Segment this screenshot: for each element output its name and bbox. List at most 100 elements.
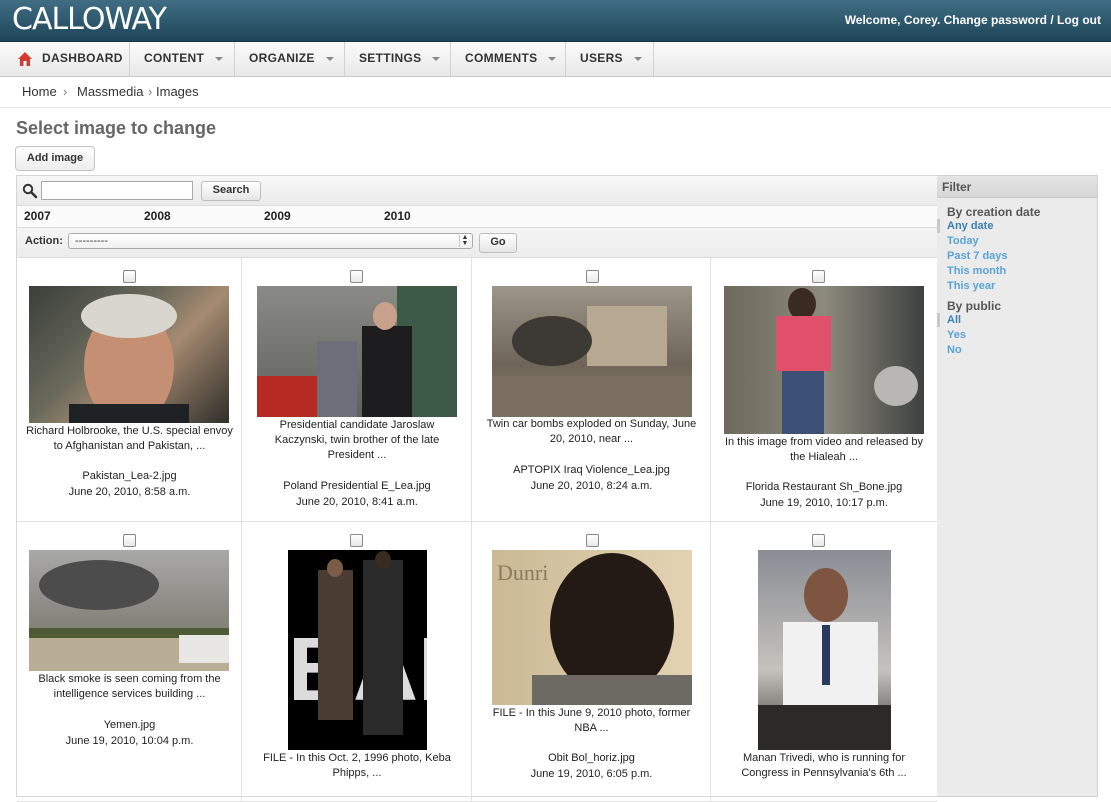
nav-settings-label: SETTINGS bbox=[359, 51, 422, 65]
image-cell: Richard Holbrooke, the U.S. special envo… bbox=[17, 258, 242, 522]
image-thumbnail[interactable] bbox=[724, 286, 924, 434]
site-logo[interactable]: CALLOWAY bbox=[12, 3, 167, 37]
search-button[interactable]: Search bbox=[201, 181, 261, 201]
nav-organize[interactable]: ORGANIZE bbox=[235, 42, 345, 76]
row-checkbox[interactable] bbox=[350, 534, 363, 547]
image-date: June 20, 2010, 8:24 a.m. bbox=[530, 480, 653, 492]
home-icon bbox=[18, 52, 32, 66]
image-filename[interactable]: Pakistan_Lea-2.jpg bbox=[17, 470, 242, 482]
image-filename[interactable]: Obit Bol_horiz.jpg bbox=[472, 752, 711, 764]
svg-text:Dunri: Dunri bbox=[497, 560, 548, 585]
photo-graphic: BAB bbox=[288, 551, 427, 735]
image-cell: Black smoke is seen coming from the inte… bbox=[17, 522, 242, 802]
image-caption: Richard Holbrooke, the U.S. special envo… bbox=[26, 425, 233, 452]
image-filename[interactable]: APTOPIX Iraq Violence_Lea.jpg bbox=[472, 464, 711, 476]
svg-text:BAB: BAB bbox=[288, 620, 427, 720]
search-toolbar: Search bbox=[17, 176, 937, 206]
breadcrumb-home[interactable]: Home bbox=[22, 77, 57, 106]
filter-heading: Filter bbox=[937, 176, 1097, 198]
selected-marker bbox=[937, 313, 940, 327]
image-date: June 19, 2010, 10:17 p.m. bbox=[760, 497, 888, 509]
image-cell: In this image from video and released by… bbox=[711, 258, 937, 522]
date-year-link[interactable]: 2008 bbox=[144, 209, 171, 223]
image-date: June 19, 2010, 10:04 p.m. bbox=[65, 735, 194, 747]
row-checkbox[interactable] bbox=[812, 534, 825, 547]
welcome-text: Welcome, Corey. bbox=[844, 13, 941, 27]
nav-settings[interactable]: SETTINGS bbox=[345, 42, 451, 76]
main-nav: DASHBOARD CONTENT ORGANIZE SETTINGS COMM… bbox=[0, 42, 1111, 77]
image-caption: Manan Trivedi, who is running for Congre… bbox=[741, 752, 907, 779]
filter-option-no[interactable]: No bbox=[947, 344, 962, 356]
image-thumbnail[interactable]: Dunri bbox=[492, 550, 692, 705]
action-label: Action: bbox=[25, 235, 63, 247]
date-year-link[interactable]: 2009 bbox=[264, 209, 291, 223]
nav-comments[interactable]: COMMENTS bbox=[451, 42, 566, 76]
breadcrumb-separator: › bbox=[63, 84, 68, 99]
chevron-down-icon bbox=[325, 56, 334, 61]
change-password-link[interactable]: Change password bbox=[944, 13, 1047, 27]
breadcrumb-massmedia[interactable]: Massmedia bbox=[77, 77, 143, 106]
portrait-graphic bbox=[69, 294, 189, 423]
search-input[interactable] bbox=[41, 181, 193, 200]
filter-option-past-7-days[interactable]: Past 7 days bbox=[947, 250, 1008, 262]
photo-graphic bbox=[776, 288, 918, 434]
chevron-down-icon bbox=[548, 56, 557, 61]
image-date: June 19, 2010, 6:05 p.m. bbox=[530, 768, 653, 780]
image-thumbnail[interactable] bbox=[257, 286, 457, 417]
image-cell: Manan Trivedi, who is running for Congre… bbox=[711, 522, 937, 802]
image-caption: Black smoke is seen coming from the inte… bbox=[38, 673, 221, 700]
image-thumbnail[interactable] bbox=[758, 550, 891, 750]
row-checkbox[interactable] bbox=[586, 270, 599, 283]
image-thumbnail[interactable] bbox=[29, 286, 229, 423]
image-filename[interactable]: Poland Presidential E_Lea.jpg bbox=[242, 480, 472, 492]
select-arrows-icon: ▲ ▼ bbox=[459, 234, 470, 247]
logout-link[interactable]: Log out bbox=[1057, 13, 1101, 27]
image-thumbnail[interactable] bbox=[492, 286, 692, 417]
nav-dashboard-label: DASHBOARD bbox=[42, 51, 123, 65]
image-date: June 20, 2010, 8:58 a.m. bbox=[68, 486, 191, 498]
actions-bar: Action: --------- ▲ ▼ bbox=[17, 228, 937, 258]
filter-option-this-month[interactable]: This month bbox=[947, 265, 1006, 277]
filter-option-any-date[interactable]: Any date bbox=[947, 220, 993, 232]
chevron-down-icon bbox=[633, 56, 642, 61]
nav-users[interactable]: USERS bbox=[566, 42, 654, 76]
filter-option-this-year[interactable]: This year bbox=[947, 280, 995, 292]
image-filename[interactable]: Florida Restaurant Sh_Bone.jpg bbox=[711, 481, 937, 493]
image-grid: Richard Holbrooke, the U.S. special envo… bbox=[17, 258, 937, 802]
breadcrumb-images: Images bbox=[156, 84, 199, 99]
row-checkbox[interactable] bbox=[350, 270, 363, 283]
row-checkbox[interactable] bbox=[123, 270, 136, 283]
image-thumbnail[interactable] bbox=[29, 550, 229, 671]
filter-option-today[interactable]: Today bbox=[947, 235, 979, 247]
image-thumbnail[interactable]: BAB bbox=[288, 550, 427, 750]
date-year-link[interactable]: 2010 bbox=[384, 209, 411, 223]
go-button[interactable]: Go bbox=[479, 233, 517, 253]
photo-graphic bbox=[29, 560, 229, 671]
image-date: June 20, 2010, 8:41 a.m. bbox=[296, 496, 418, 508]
page-title: Select image to change bbox=[16, 118, 217, 138]
image-filename[interactable]: Yemen.jpg bbox=[17, 719, 242, 731]
image-cell: BAB FILE - In this Oct. 2, 1996 photo, K… bbox=[242, 522, 472, 802]
nav-dashboard[interactable]: DASHBOARD bbox=[0, 42, 130, 76]
row-checkbox[interactable] bbox=[586, 534, 599, 547]
nav-content[interactable]: CONTENT bbox=[130, 42, 235, 76]
changelist: Search 2007 2008 2009 2010 Action: -----… bbox=[16, 175, 938, 802]
nav-users-label: USERS bbox=[580, 51, 623, 65]
nav-content-label: CONTENT bbox=[144, 51, 205, 65]
action-select[interactable]: --------- ▲ ▼ bbox=[68, 233, 473, 249]
photo-graphic bbox=[492, 306, 692, 417]
image-caption: FILE - In this June 9, 2010 photo, forme… bbox=[492, 707, 691, 734]
photo-graphic bbox=[257, 286, 457, 417]
image-caption: In this image from video and released by… bbox=[724, 436, 924, 463]
image-caption: FILE - In this Oct. 2, 1996 photo, Keba … bbox=[263, 752, 451, 779]
add-image-button[interactable]: Add image bbox=[15, 146, 95, 171]
row-checkbox[interactable] bbox=[123, 534, 136, 547]
row-checkbox[interactable] bbox=[812, 270, 825, 283]
chevron-down-icon bbox=[432, 56, 441, 61]
filter-option-yes[interactable]: Yes bbox=[947, 329, 966, 341]
breadcrumb-separator: › bbox=[148, 84, 153, 99]
breadcrumb: Home › Massmedia › Images bbox=[0, 77, 1111, 108]
user-tools: Welcome, Corey. Change password / Log ou… bbox=[845, 13, 1101, 27]
date-year-link[interactable]: 2007 bbox=[24, 209, 51, 223]
filter-option-all[interactable]: All bbox=[947, 314, 961, 326]
